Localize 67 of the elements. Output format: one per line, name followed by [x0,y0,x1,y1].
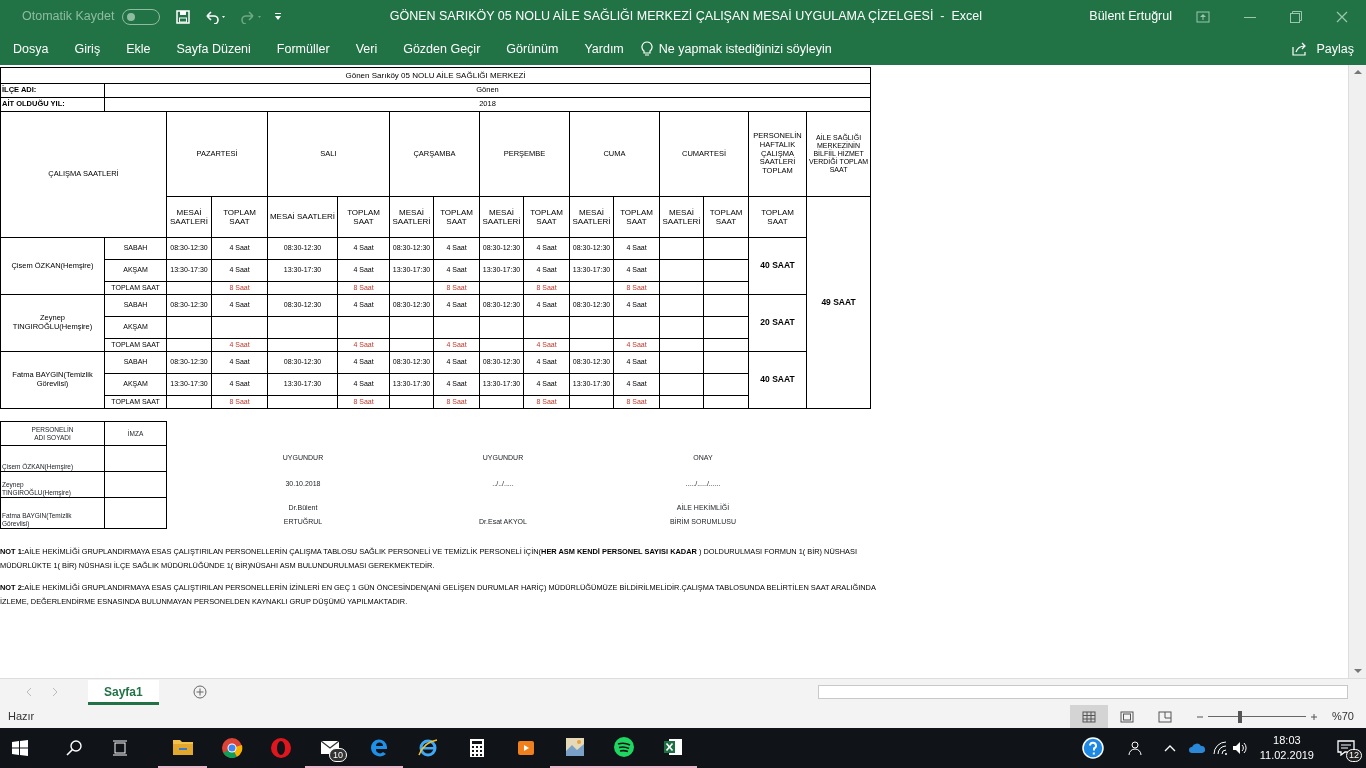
ribbon-tab[interactable]: Giriş [65,35,110,63]
column-header: TOPLAM SAAT [433,196,480,238]
customize-icon[interactable] [274,12,283,21]
save-icon[interactable] [176,9,191,24]
column-header: TOPLAM SAAT [523,196,570,238]
restore-icon[interactable] [1290,10,1302,23]
ribbon-tab[interactable]: Yardım [575,35,633,63]
user-name: Bülent Ertuğrul [1089,8,1172,26]
ribbon-tab[interactable]: Görünüm [497,35,568,63]
speaker-icon[interactable] [1231,741,1248,755]
column-header: MESAİ SAATLERİ [166,196,212,238]
ribbon-tab[interactable]: Sayfa Düzeni [167,35,260,63]
column-header: TOPLAM SAAT [613,196,660,238]
people-icon[interactable] [1125,740,1142,756]
cloud-icon[interactable] [1187,742,1206,754]
zoom-in-icon[interactable] [1309,712,1318,721]
spotify-icon [611,735,636,759]
ribbon-tab[interactable]: Ekle [117,35,160,63]
add-sheet-icon[interactable] [192,685,207,699]
task-view-icon[interactable] [112,740,128,756]
count-badge: 12 [1346,749,1362,762]
column-header: MESAİ SAATLERİ [389,196,434,238]
opera-icon [268,736,293,760]
autosave-label: Otomatik Kaydet [22,8,115,26]
share-icon [1292,42,1309,56]
horizontal-scrollbar[interactable] [818,685,1348,699]
vertical-scrollbar[interactable] [1348,65,1366,678]
total-value: 49 SAAT [806,196,871,409]
help-icon[interactable] [1081,737,1104,759]
column-header: TOPLAM SAAT [703,196,749,238]
start-icon[interactable] [12,740,28,756]
page-layout-icon [1119,710,1134,723]
taskbar-app[interactable]: 10 [305,728,354,768]
scroll-down-icon[interactable] [1352,668,1363,674]
clock-date[interactable]: 11.02.2019 [1259,748,1314,763]
count-badge: 10 [329,748,347,762]
lightbulb-icon [640,41,653,57]
sheet-title: Gönen Sarıköy 05 NOLU AİLE SAĞLIĞI MERKEZİ [0,67,871,84]
column-header: MESAİ SAATLERİ [659,196,704,238]
column-header: TOPLAM SAAT [211,196,268,238]
ribbon-tab[interactable]: Dosya [4,35,58,63]
notification-button[interactable]: 12 [1326,728,1366,768]
chevron-up-icon[interactable] [1163,744,1176,752]
chrome-icon [219,736,244,760]
wifi-icon[interactable] [1211,741,1228,755]
page-break-icon [1157,710,1172,723]
close-icon[interactable] [1336,10,1348,23]
ribbon-display-icon[interactable] [1196,10,1210,23]
share-button[interactable]: Paylaş [1286,38,1360,60]
clock-time[interactable]: 18:03 [1259,733,1314,748]
normal-view-button[interactable] [1069,705,1108,728]
ribbon-tab[interactable]: Veri [346,35,387,63]
ribbon-tab[interactable]: Formüller [267,35,339,63]
tell-me-box[interactable]: Ne yapmak istediğinizi söyleyin [652,35,838,63]
zoom-level[interactable]: %70 [1331,708,1354,725]
normal-view-icon [1081,710,1096,723]
status-text: Hazır [8,709,35,725]
window-title: GÖNEN SARIKÖY 05 NOLU AİLE SAĞLIĞI MERKEZİ ÇALIŞAN MESAİ UYGULAMA ÇİZELGESİ - Excel [388,7,983,26]
scroll-up-icon[interactable] [1352,69,1363,75]
column-header: TOPLAM SAAT [337,196,390,238]
ribbon-tab[interactable]: Gözden Geçir [394,35,490,63]
column-header: MESAİ SAATLERİ [569,196,614,238]
column-header: MESAİ SAATLERİ [267,196,338,238]
sheet-tab[interactable]: Sayfa1 [88,679,159,705]
search-icon[interactable] [66,740,82,756]
column-header: MESAİ SAATLERİ [479,196,524,238]
column-header: TOPLAM SAAT [748,196,807,238]
